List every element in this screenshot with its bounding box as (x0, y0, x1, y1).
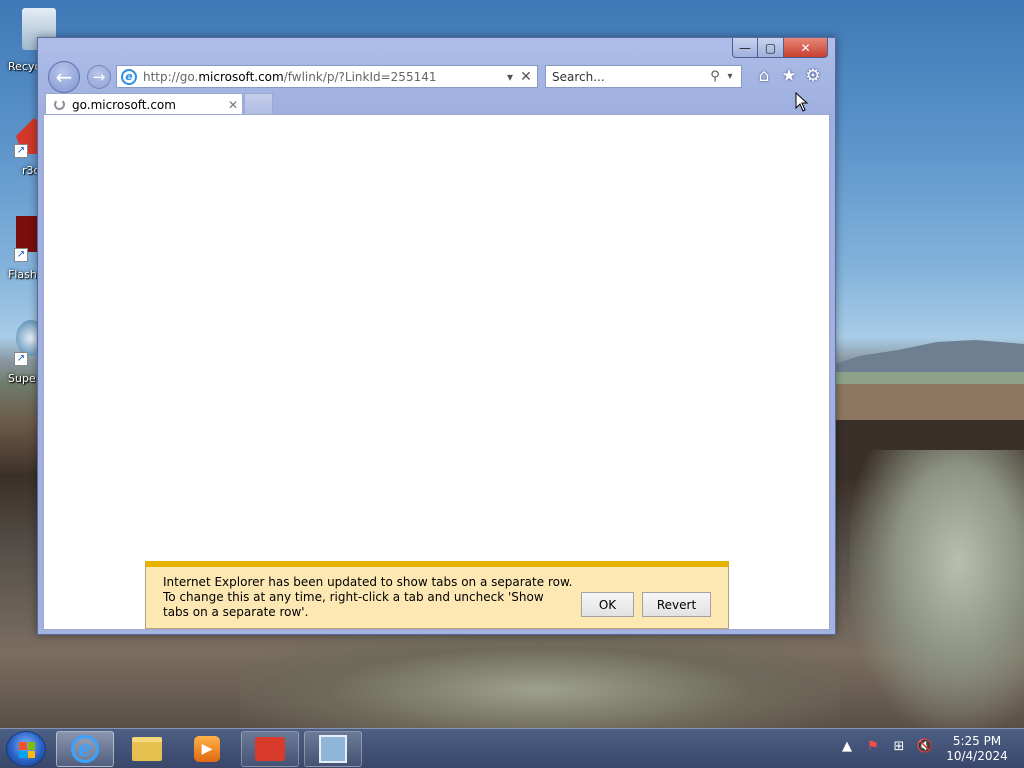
search-input[interactable]: Search... (546, 70, 707, 84)
loading-spinner-icon (54, 99, 65, 110)
network-app-icon (319, 735, 347, 763)
search-icon[interactable]: ⚲ (707, 69, 723, 84)
taskbar-internet-explorer[interactable]: e (56, 731, 114, 767)
url-scheme: http://go. (143, 69, 199, 84)
search-dropdown-icon[interactable]: ▾ (723, 71, 737, 82)
tab-title: go.microsoft.com (72, 97, 176, 112)
forward-arrow-icon: → (92, 68, 106, 86)
address-dropdown-icon[interactable]: ▾ (502, 70, 518, 84)
clock-time: 5:25 PM (952, 734, 1002, 748)
taskbar-media-player[interactable]: ▶ (178, 731, 236, 767)
notification-line-1: Internet Explorer has been updated to sh… (163, 575, 573, 589)
desktop-icon-label: Recyc (8, 60, 41, 73)
favorites-star-icon[interactable]: ★ (779, 66, 799, 86)
taskbar-network-app[interactable] (304, 731, 362, 767)
action-center-flag-icon[interactable]: ⚑ (864, 739, 882, 754)
back-button[interactable]: ← (48, 61, 80, 93)
desktop-wallpaper-brush-foreground (240, 630, 840, 730)
back-arrow-icon: ← (55, 65, 73, 89)
windows-logo-icon (19, 742, 35, 758)
forward-button[interactable]: → (87, 65, 111, 89)
stop-icon[interactable]: ✕ (518, 69, 534, 85)
shortcut-arrow-icon: ↗ (14, 144, 28, 158)
search-box[interactable]: Search... ⚲ ▾ (545, 65, 742, 88)
tab-close-icon[interactable]: ✕ (224, 98, 242, 112)
new-tab-button[interactable] (244, 93, 273, 115)
desktop-icon-label: Flash (8, 268, 37, 281)
desktop-wallpaper-plain (830, 372, 1024, 384)
app-icon (255, 737, 285, 761)
media-player-icon: ▶ (194, 736, 220, 762)
shortcut-arrow-icon: ↗ (14, 248, 28, 262)
clock-date: 10/4/2024 (946, 749, 1008, 763)
taskbar: e ▶ ▲ ⚑ ⊞ 🔇 5:25 PM 10/4/2024 (0, 728, 1024, 768)
ie-page-icon: e (121, 68, 137, 85)
internet-explorer-window: — ▢ ✕ ← → e http://go.microsoft.com/fwli… (37, 37, 836, 635)
notification-line-2: To change this at any time, right-click … (163, 590, 544, 619)
tab-go-microsoft[interactable]: go.microsoft.com ✕ (45, 93, 243, 115)
url-path: /fwlink/p/?LinkId=255141 (283, 69, 437, 84)
url-host: microsoft.com (198, 69, 284, 84)
minimize-button[interactable]: — (732, 38, 758, 58)
home-icon[interactable]: ⌂ (754, 66, 774, 86)
close-button[interactable]: ✕ (784, 38, 828, 58)
mouse-cursor-icon (795, 92, 809, 112)
caption-buttons: — ▢ ✕ (732, 38, 828, 58)
maximize-button[interactable]: ▢ (758, 38, 784, 58)
notification-bar: Internet Explorer has been updated to sh… (145, 561, 729, 629)
notification-message: Internet Explorer has been updated to sh… (163, 575, 573, 620)
desktop-icon-r3c[interactable]: ↗ r3c (0, 114, 46, 178)
clock[interactable]: 5:25 PM 10/4/2024 (942, 734, 1012, 764)
desktop-icon-super[interactable]: ↗ Supe (0, 318, 46, 386)
show-hidden-icons-icon[interactable]: ▲ (838, 739, 856, 754)
ok-button[interactable]: OK (581, 592, 634, 617)
network-icon[interactable]: ⊞ (890, 739, 908, 754)
revert-button[interactable]: Revert (642, 592, 711, 617)
taskbar-app[interactable] (241, 731, 299, 767)
page-content[interactable]: Internet Explorer has been updated to sh… (43, 114, 830, 630)
desktop-icon-recycle-bin[interactable]: Recyc (0, 6, 56, 78)
folder-icon (132, 737, 162, 761)
desktop-wallpaper-brush (850, 450, 1024, 730)
taskbar-file-explorer[interactable] (118, 731, 176, 767)
address-bar[interactable]: e http://go.microsoft.com/fwlink/p/?Link… (116, 65, 538, 88)
start-button[interactable] (6, 731, 46, 767)
volume-muted-icon[interactable]: 🔇 (916, 739, 934, 754)
address-url[interactable]: http://go.microsoft.com/fwlink/p/?LinkId… (143, 70, 502, 84)
system-tray: ▲ ⚑ ⊞ 🔇 (838, 739, 934, 754)
tools-gear-icon[interactable]: ⚙ (803, 66, 823, 86)
desktop-icon-flash[interactable]: ↗ Flash (0, 214, 46, 281)
shortcut-arrow-icon: ↗ (14, 352, 28, 366)
internet-explorer-icon: e (71, 735, 99, 763)
desktop-icon-label: Supe (8, 372, 36, 385)
